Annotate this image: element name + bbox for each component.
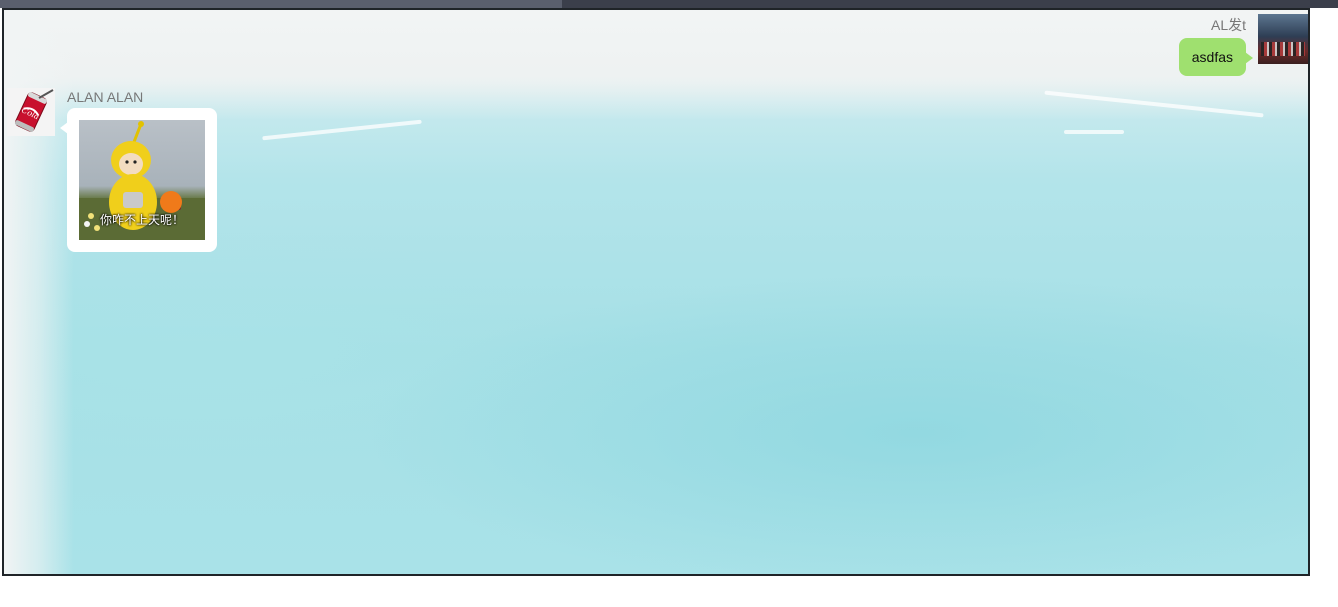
background-streak [1064,130,1124,134]
top-bar-progress [0,0,562,8]
sender-avatar-left[interactable]: Cola [7,88,55,136]
background-streak [262,119,422,141]
message-left: Cola ALAN ALAN 你咋不上天呢！ [4,88,244,258]
top-bar [0,0,1338,8]
message-text: asdfas [1191,49,1233,65]
cola-can-icon: Cola [14,89,54,132]
sender-avatar-right[interactable] [1258,14,1308,64]
sender-name-right: AL发t [1210,17,1246,33]
message-bubble-right[interactable]: asdfas [1178,38,1254,76]
sticker-caption: 你咋不上天呢！ [99,213,184,227]
message-bubble-left[interactable]: 你咋不上天呢！ [60,108,217,252]
group-photo-icon [1261,42,1305,56]
sender-name-left: ALAN ALAN [67,89,144,105]
message-right: AL发t asdfas [1008,12,1308,82]
chat-window[interactable]: AL发t asdfas Cola ALAN ALAN 你咋不上天呢！ [2,8,1310,576]
sticker-image[interactable]: 你咋不上天呢！ [79,120,205,240]
